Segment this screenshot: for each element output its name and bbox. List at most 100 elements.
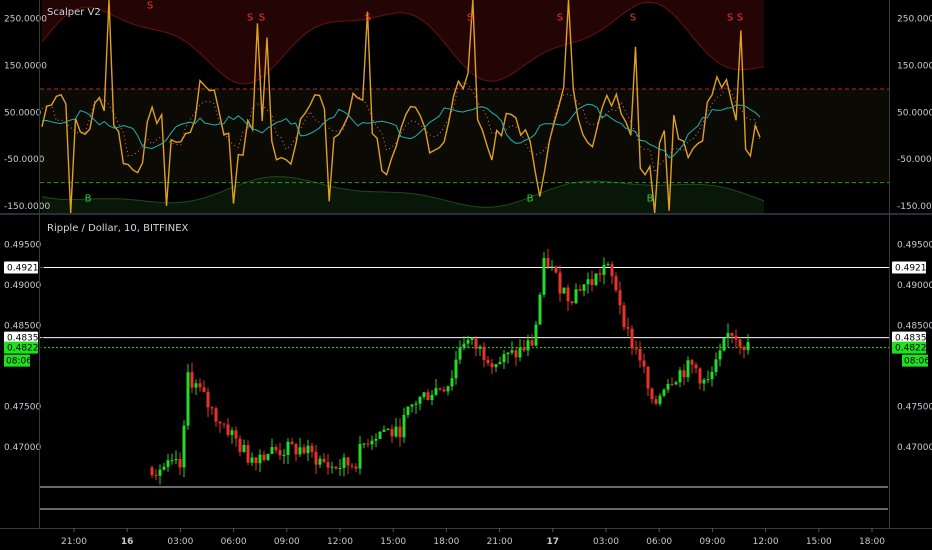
candle xyxy=(334,465,338,470)
candle xyxy=(174,450,178,465)
candle xyxy=(522,339,526,353)
candle-body xyxy=(214,408,218,422)
candle-body xyxy=(438,388,442,390)
candle-body xyxy=(210,407,214,409)
candle xyxy=(394,418,398,439)
candle xyxy=(478,344,482,356)
candle xyxy=(402,407,406,443)
candle-body xyxy=(626,327,630,329)
candle xyxy=(554,265,558,274)
level1-label-right: 0.49219 xyxy=(895,263,932,273)
candle xyxy=(258,449,262,472)
indicator-y-tick-right: 250.0000 xyxy=(897,15,932,25)
candle-body xyxy=(738,339,742,347)
indicator-pane[interactable]: SS S S S S S S SB B B Scalper V2 250.0000150.0000… xyxy=(4,0,932,214)
candle xyxy=(502,349,506,369)
x-tick-label: 09:00 xyxy=(274,537,300,547)
candle-body xyxy=(382,429,386,432)
candle xyxy=(710,366,714,387)
candle-body xyxy=(650,388,654,400)
candle xyxy=(630,325,634,356)
last-price-label-right: 0.48229 xyxy=(895,344,932,354)
candle-body xyxy=(242,444,246,452)
price-pane[interactable]: Ripple / Dollar, 10, BITFINEX 0.49500 0.4… xyxy=(4,223,932,510)
indicator-y-tick-left: -150.0000 xyxy=(4,202,50,212)
time-axis[interactable]: 21:00 16 03:00 06:00 09:00 12:00 15:00 18:00 21:… xyxy=(61,528,885,547)
candle-body xyxy=(174,459,178,461)
candle-body xyxy=(670,384,674,386)
x-tick-label: 16 xyxy=(121,537,134,547)
candle-body xyxy=(570,301,574,304)
candle-body xyxy=(678,370,682,383)
candle-body xyxy=(414,403,418,405)
candle xyxy=(558,265,562,302)
indicator-y-tick-right: 50.0000 xyxy=(897,108,932,118)
candle-body xyxy=(442,389,446,392)
candle-body xyxy=(266,453,270,460)
candle-body xyxy=(426,392,430,400)
candle xyxy=(150,465,154,479)
candle xyxy=(278,443,282,461)
candle-body xyxy=(498,362,502,365)
candle-body xyxy=(170,460,174,462)
candle xyxy=(494,363,498,372)
buy-signal: B xyxy=(527,194,534,205)
candle xyxy=(666,379,670,393)
candle-body xyxy=(326,462,330,468)
candle-body xyxy=(726,333,730,338)
candle xyxy=(338,459,342,476)
price-y-tick-left: 0.49500 xyxy=(4,241,41,251)
candle-body xyxy=(730,333,734,336)
candle xyxy=(378,430,382,439)
candle xyxy=(610,261,614,284)
candle xyxy=(562,287,566,294)
candle xyxy=(210,405,214,415)
candle xyxy=(706,370,710,384)
candle-body xyxy=(610,264,614,277)
candle-body xyxy=(718,350,722,360)
candle-body xyxy=(550,266,554,268)
price-y-tick-right: 0.49500 xyxy=(897,241,932,251)
candle-body xyxy=(378,431,382,439)
candle xyxy=(302,444,306,455)
candle-body xyxy=(290,441,294,445)
candle xyxy=(678,367,682,388)
candle-body xyxy=(634,348,638,350)
indicator-y-tick-right: -150.0000 xyxy=(897,202,932,212)
candle xyxy=(298,437,302,458)
candle-body xyxy=(198,383,202,388)
candle-body xyxy=(478,346,482,349)
candle xyxy=(362,443,366,449)
candle xyxy=(318,455,322,468)
candle xyxy=(446,385,450,396)
candle-body xyxy=(370,440,374,445)
candle xyxy=(306,439,310,461)
indicator-y-tick-left: 150.0000 xyxy=(4,62,47,72)
chart[interactable]: SS S S S S S S SB B B Scalper V2 250.0000150.0000… xyxy=(0,0,932,550)
candle-body xyxy=(226,424,230,435)
sell-signal: S xyxy=(259,12,265,23)
candle-body xyxy=(618,290,622,306)
candle xyxy=(238,435,242,456)
candle xyxy=(650,387,654,404)
candle xyxy=(698,367,702,390)
candle-body xyxy=(234,430,238,439)
candle xyxy=(186,364,190,430)
candle xyxy=(586,272,590,294)
candle xyxy=(582,284,586,297)
candle xyxy=(474,335,478,357)
candle-body xyxy=(566,287,570,302)
candle-body xyxy=(458,347,462,360)
candle xyxy=(550,260,554,271)
candle-body xyxy=(406,406,410,415)
candle-body xyxy=(578,289,582,291)
candle-body xyxy=(534,324,538,346)
candle-body xyxy=(582,284,586,291)
candle-body xyxy=(422,392,426,397)
price-pane-title: Ripple / Dollar, 10, BITFINEX xyxy=(47,223,189,234)
candle xyxy=(202,380,206,393)
candle xyxy=(670,377,674,387)
candle-body xyxy=(646,366,650,389)
candle-body xyxy=(494,364,498,368)
candle xyxy=(398,418,402,447)
